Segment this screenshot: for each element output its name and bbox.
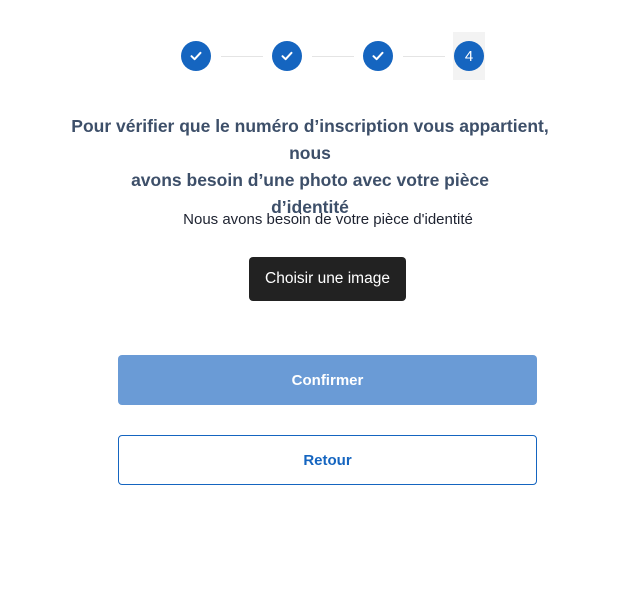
step-connector: [312, 56, 354, 57]
step-connector: [403, 56, 445, 57]
choose-image-button[interactable]: Choisir une image: [249, 257, 406, 301]
id-document-instruction: Nous avons besoin de votre pièce d'ident…: [183, 211, 473, 228]
page-title: Pour vérifier que le numéro d’inscriptio…: [50, 113, 570, 221]
confirm-button[interactable]: Confirmer: [118, 355, 537, 405]
page-title-line-1: Pour vérifier que le numéro d’inscriptio…: [71, 116, 549, 163]
step-1-completed: [181, 41, 211, 71]
step-2-completed: [272, 41, 302, 71]
progress-stepper: 4: [0, 32, 620, 80]
page-title-line-2: avons besoin d’une photo avec votre pièc…: [131, 170, 489, 190]
step-3-completed: [363, 41, 393, 71]
step-number: 4: [464, 47, 474, 65]
check-icon: [280, 49, 294, 63]
check-icon: [371, 49, 385, 63]
step-connector: [221, 56, 263, 57]
back-button[interactable]: Retour: [118, 435, 537, 485]
check-icon: [189, 49, 203, 63]
step-4-current: 4: [454, 41, 484, 71]
